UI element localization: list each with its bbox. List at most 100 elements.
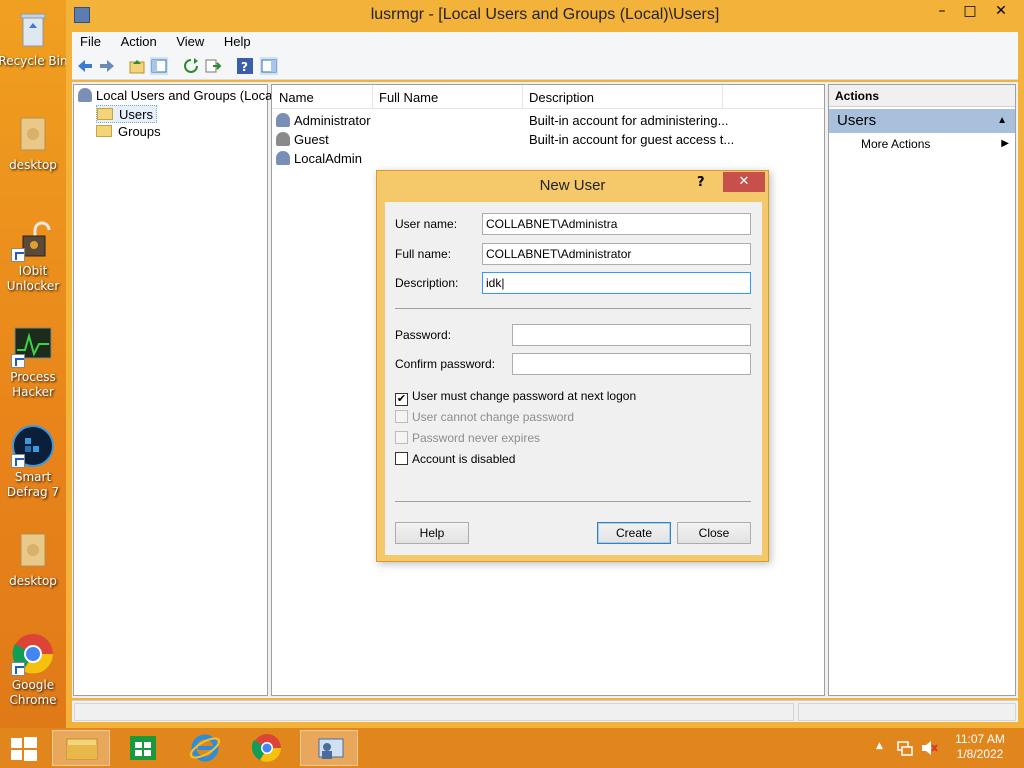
network-icon[interactable] — [896, 739, 914, 757]
checkbox-box — [395, 410, 408, 423]
desktop-icon-smart-defrag[interactable]: Smart Defrag 7 — [0, 424, 72, 500]
desktop-area: Recycle Bin desktop IObit Unlocker Proce… — [0, 0, 68, 728]
up-folder-icon[interactable] — [128, 57, 146, 75]
chrome-icon — [251, 734, 281, 762]
column-header-description[interactable]: Description — [529, 90, 594, 105]
column-divider[interactable] — [522, 85, 523, 109]
status-panel — [798, 703, 1016, 721]
taskbar-file-explorer[interactable] — [52, 730, 110, 766]
divider — [395, 308, 751, 309]
tree-item-label: Users — [119, 107, 153, 122]
system-clock[interactable]: 11:07 AM 1/8/2022 — [940, 732, 1020, 762]
users-groups-icon — [78, 88, 92, 102]
desktop-icon-recycle-bin[interactable]: Recycle Bin — [0, 8, 72, 69]
tree-item-label: Groups — [118, 124, 161, 139]
taskbar-lusrmgr[interactable] — [300, 730, 358, 766]
menu-view[interactable]: View — [168, 32, 212, 52]
taskbar-internet-explorer[interactable] — [176, 730, 234, 766]
desktop-icon-label: Process Hacker — [10, 370, 56, 399]
row-name: Guest — [294, 132, 329, 147]
title-bar[interactable]: lusrmgr - [Local Users and Groups (Local… — [66, 0, 1024, 32]
file-explorer-icon — [66, 738, 98, 760]
dialog-close-button[interactable]: ✕ — [723, 172, 765, 192]
user-icon — [276, 151, 290, 165]
show-hide-action-pane-icon[interactable] — [260, 57, 278, 75]
store-icon — [130, 736, 156, 760]
desktop-icon-label: desktop — [9, 158, 57, 172]
column-header-name[interactable]: Name — [279, 90, 314, 105]
fullname-label: Full name: — [395, 247, 452, 261]
menu-help[interactable]: Help — [216, 32, 259, 52]
description-field[interactable]: idk| — [482, 272, 751, 294]
windows-logo-icon — [11, 737, 37, 761]
tree-item-groups[interactable]: Groups — [96, 123, 161, 141]
desktop-icon-process-hacker[interactable]: Process Hacker — [0, 324, 72, 400]
folder-icon — [96, 125, 112, 137]
desktop-icon-desktop-2[interactable]: desktop — [0, 528, 72, 589]
defrag-icon — [11, 424, 55, 468]
new-user-dialog: New User ? ✕ User name: COLLABNET\Admini… — [376, 170, 769, 562]
process-monitor-icon — [11, 324, 55, 368]
checkbox-label: User must change password at next logon — [412, 389, 637, 403]
password-never-expires-checkbox[interactable]: Password never expires — [395, 429, 540, 447]
action-more-actions[interactable]: More Actions ▶ — [829, 133, 1015, 155]
list-row-administrator[interactable]: Administrator Built-in account for admin… — [276, 111, 816, 130]
show-hidden-icons-icon[interactable]: ▲ — [876, 741, 883, 751]
close-button[interactable]: Close — [677, 522, 751, 544]
export-list-icon[interactable] — [204, 57, 222, 75]
menu-bar: File Action View Help — [72, 32, 1018, 52]
fullname-field[interactable]: COLLABNET\Administrator — [482, 243, 751, 265]
must-change-password-checkbox[interactable]: ✔ User must change password at next logon — [395, 387, 637, 406]
start-button[interactable] — [0, 730, 48, 766]
console-tree: Local Users and Groups (Local) Users Gro… — [73, 84, 280, 696]
actions-pane: Actions Users ▲ More Actions ▶ — [828, 84, 1016, 696]
shortcut-arrow-icon — [11, 662, 25, 676]
taskbar-store[interactable] — [114, 730, 172, 766]
desktop-icon-iobit-unlocker[interactable]: IObit Unlocker — [0, 218, 72, 294]
show-hide-tree-icon[interactable] — [150, 57, 168, 75]
menu-file[interactable]: File — [72, 32, 109, 52]
shortcut-arrow-icon — [11, 248, 25, 262]
menu-action[interactable]: Action — [113, 32, 165, 52]
account-disabled-checkbox[interactable]: Account is disabled — [395, 450, 515, 468]
help-icon[interactable]: ? — [236, 57, 254, 75]
maximize-button[interactable]: □ — [956, 0, 984, 22]
tree-item-users[interactable]: Users — [96, 105, 157, 123]
checkbox-label: User cannot change password — [412, 410, 575, 424]
row-description: Built-in account for administering... — [529, 113, 729, 128]
desktop-icon-google-chrome[interactable]: Google Chrome — [0, 632, 72, 708]
close-window-button[interactable]: ✕ — [982, 0, 1020, 22]
minimize-button[interactable]: – — [928, 0, 956, 22]
refresh-icon[interactable] — [182, 57, 200, 75]
dialog-help-button[interactable]: ? — [697, 173, 711, 193]
column-divider[interactable] — [722, 85, 723, 109]
actions-section-users[interactable]: Users ▲ — [829, 109, 1015, 133]
forward-arrow-icon[interactable] — [98, 57, 116, 75]
file-icon — [11, 528, 55, 572]
password-field[interactable] — [512, 324, 751, 346]
status-bar — [72, 700, 1018, 722]
confirm-password-field[interactable] — [512, 353, 751, 375]
desktop-icon-label: Google Chrome — [9, 678, 57, 707]
row-description: Built-in account for guest access t... — [529, 132, 735, 147]
help-button[interactable]: Help — [395, 522, 469, 544]
column-header-full-name[interactable]: Full Name — [379, 90, 438, 105]
back-arrow-icon[interactable] — [76, 57, 94, 75]
tree-root[interactable]: Local Users and Groups (Local) — [78, 87, 280, 105]
column-divider[interactable] — [372, 85, 373, 109]
cannot-change-password-checkbox[interactable]: User cannot change password — [395, 408, 574, 426]
taskbar-chrome[interactable] — [238, 730, 296, 766]
internet-explorer-icon — [189, 734, 221, 762]
user-icon — [276, 113, 290, 127]
padlock-icon — [11, 218, 55, 262]
window-title: lusrmgr - [Local Users and Groups (Local… — [370, 6, 720, 23]
username-field[interactable]: COLLABNET\Administra — [482, 213, 751, 235]
row-name: Administrator — [294, 113, 371, 128]
desktop-icon-label: Smart Defrag 7 — [6, 470, 60, 499]
checkbox-label: Password never expires — [412, 431, 541, 445]
list-row-guest[interactable]: Guest Built-in account for guest access … — [276, 130, 816, 149]
create-button[interactable]: Create — [597, 522, 671, 544]
desktop-icon-desktop[interactable]: desktop — [0, 112, 72, 173]
volume-muted-icon[interactable] — [920, 739, 938, 757]
list-row-localadmin[interactable]: LocalAdmin — [276, 149, 816, 168]
